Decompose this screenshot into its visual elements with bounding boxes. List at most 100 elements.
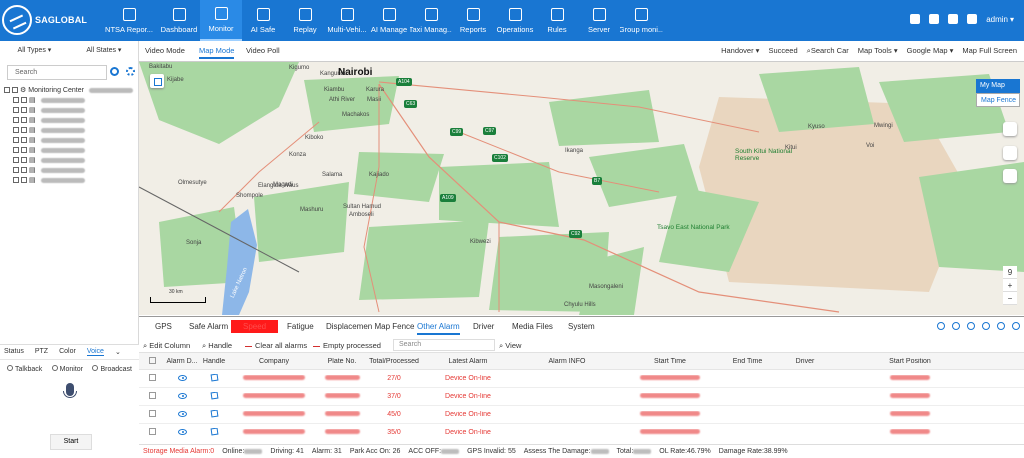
alarm-tab-system[interactable]: System — [568, 322, 595, 331]
table-row[interactable]: 27/0 Device On-line — [139, 370, 1024, 388]
user-menu[interactable]: admin ▾ — [986, 15, 1014, 24]
table-row[interactable]: 37/0 Device On-line — [139, 388, 1024, 406]
expand-icon[interactable] — [13, 117, 19, 123]
tree-item[interactable]: ▤ — [4, 135, 134, 145]
checkbox[interactable] — [21, 167, 27, 173]
my-map-tab[interactable]: My Map — [976, 79, 1020, 93]
collapse-icon[interactable] — [4, 87, 10, 93]
search-icon[interactable] — [110, 67, 119, 76]
collapse-icon[interactable]: ⌄ — [115, 348, 121, 356]
voice-tab-voice[interactable]: Voice — [86, 348, 104, 356]
nav-dashboard[interactable]: Dashboard — [158, 0, 200, 41]
map-tool-handover[interactable]: Handover ▾ — [721, 46, 759, 56]
radio-monitor[interactable]: Monitor — [51, 365, 83, 373]
alarm-tab-gps[interactable]: GPS — [155, 322, 172, 331]
nav-operations[interactable]: Operations — [494, 0, 536, 41]
view-tab-video-mode[interactable]: Video Mode — [145, 46, 185, 55]
nav-rules[interactable]: Rules — [536, 0, 578, 41]
checkbox[interactable] — [21, 107, 27, 113]
voice-tab-ptz[interactable]: PTZ — [35, 348, 48, 356]
map-tool-map-tools[interactable]: Map Tools ▾ — [858, 46, 898, 56]
cube-icon[interactable] — [1003, 169, 1017, 183]
radio-broadcast[interactable]: Broadcast — [92, 365, 132, 373]
select-all-checkbox[interactable] — [149, 356, 156, 364]
map-layer-button[interactable] — [150, 74, 164, 88]
expand-icon[interactable] — [13, 107, 19, 113]
table-row[interactable]: 45/0 Device On-line — [139, 406, 1024, 424]
tree-item[interactable]: ▤ — [4, 155, 134, 165]
map-area[interactable]: Nairobi Bakitabu Kijabe Kigumo Kangundo Kiamb… — [139, 62, 1024, 315]
person-icon[interactable] — [1003, 122, 1017, 136]
tree-item[interactable]: ▤ — [4, 115, 134, 125]
nav-group-moni[interactable]: Group moni... — [620, 0, 663, 41]
nav-ai-safe[interactable]: AI Safe — [242, 0, 284, 41]
alarm-tab-media-files[interactable]: Media Files — [512, 322, 553, 331]
all-types-select[interactable]: All Types ▾ — [18, 46, 52, 54]
map-tool-map-full-screen[interactable]: Map Full Screen — [962, 46, 1017, 56]
nav-ai-manage[interactable]: AI Manage — [368, 0, 410, 41]
expand-icon[interactable] — [13, 167, 19, 173]
checkbox[interactable] — [21, 97, 27, 103]
alarm-tab-displacemen-map-fence[interactable]: Displacemen Map Fence — [326, 322, 414, 331]
shirt-icon[interactable] — [929, 14, 940, 24]
nav-replay[interactable]: Replay — [284, 0, 326, 41]
globe-icon[interactable] — [1003, 146, 1017, 160]
checkbox[interactable] — [21, 157, 27, 163]
alarm-search-input[interactable]: Search — [393, 339, 495, 351]
expand-icon[interactable] — [13, 177, 19, 183]
expand-icon[interactable] — [13, 127, 19, 133]
tree-item[interactable]: ▤ — [4, 125, 134, 135]
eye-icon[interactable] — [177, 392, 187, 399]
handle-button[interactable]: ⌕ Handle — [202, 341, 232, 351]
nav-multi-vehi[interactable]: Multi-Vehi... — [326, 0, 368, 41]
map-tool-succeed[interactable]: Succeed — [768, 46, 797, 56]
edit-icon[interactable] — [210, 410, 218, 418]
table-row[interactable]: 35/0 Device On-line — [139, 424, 1024, 440]
view-button[interactable]: ⌕ View — [499, 341, 521, 351]
view-tab-video-poll[interactable]: Video Poll — [246, 46, 280, 55]
map-tool-google-map[interactable]: Google Map ▾ — [907, 46, 954, 56]
tree-item[interactable]: ▤ — [4, 175, 134, 185]
window-icon[interactable] — [1012, 322, 1020, 330]
alarm-tab-other-alarm[interactable]: Other Alarm — [417, 322, 460, 335]
alarm-tab-safe-alarm[interactable]: Safe Alarm — [189, 322, 228, 331]
start-button[interactable]: Start — [50, 434, 92, 450]
filter-icon[interactable] — [952, 322, 960, 330]
expand-icon[interactable] — [13, 157, 19, 163]
map-fence-tab[interactable]: Map Fence — [976, 93, 1020, 107]
nav-ntsa-repor[interactable]: NTSA Repor... — [100, 0, 158, 41]
edit-icon[interactable] — [210, 392, 218, 400]
gear-icon[interactable] — [126, 67, 135, 76]
tree-item[interactable]: ▤ — [4, 165, 134, 175]
voice-tab-color[interactable]: Color — [59, 348, 76, 356]
row-checkbox[interactable] — [149, 428, 156, 435]
all-states-select[interactable]: All States ▾ — [86, 46, 121, 54]
voice-tab-status[interactable]: Status — [4, 348, 24, 356]
nav-monitor[interactable]: Monitor — [200, 0, 242, 41]
share-icon[interactable] — [967, 322, 975, 330]
nav-reports[interactable]: Reports — [452, 0, 494, 41]
cloud-icon[interactable] — [967, 14, 978, 24]
tree-item[interactable]: ▤ — [4, 145, 134, 155]
checkbox[interactable] — [12, 87, 18, 93]
map-tool-search-car[interactable]: ⌕Search Car — [807, 46, 849, 56]
row-checkbox[interactable] — [149, 392, 156, 399]
water-drop-icon[interactable] — [997, 322, 1005, 330]
tree-item[interactable]: ▤ — [4, 105, 134, 115]
view-tab-map-mode[interactable]: Map Mode — [199, 46, 235, 59]
row-checkbox[interactable] — [149, 410, 156, 417]
tree-search-input[interactable]: Search — [7, 65, 107, 80]
eye-icon[interactable] — [177, 410, 187, 417]
tools-icon[interactable] — [982, 322, 990, 330]
eye-icon[interactable] — [177, 374, 187, 381]
alarm-tab-fatigue[interactable]: Fatigue — [287, 322, 314, 331]
checkbox[interactable] — [21, 127, 27, 133]
checkbox[interactable] — [21, 177, 27, 183]
empty-processed-button[interactable]: Empty processed — [313, 341, 381, 350]
zoom-in-button[interactable]: + — [1003, 279, 1017, 292]
checkbox[interactable] — [21, 137, 27, 143]
alarm-tab-speed[interactable]: Speed — [231, 320, 279, 333]
edit-icon[interactable] — [210, 428, 218, 436]
zoom-out-button[interactable]: − — [1003, 292, 1017, 305]
checkbox[interactable] — [21, 147, 27, 153]
